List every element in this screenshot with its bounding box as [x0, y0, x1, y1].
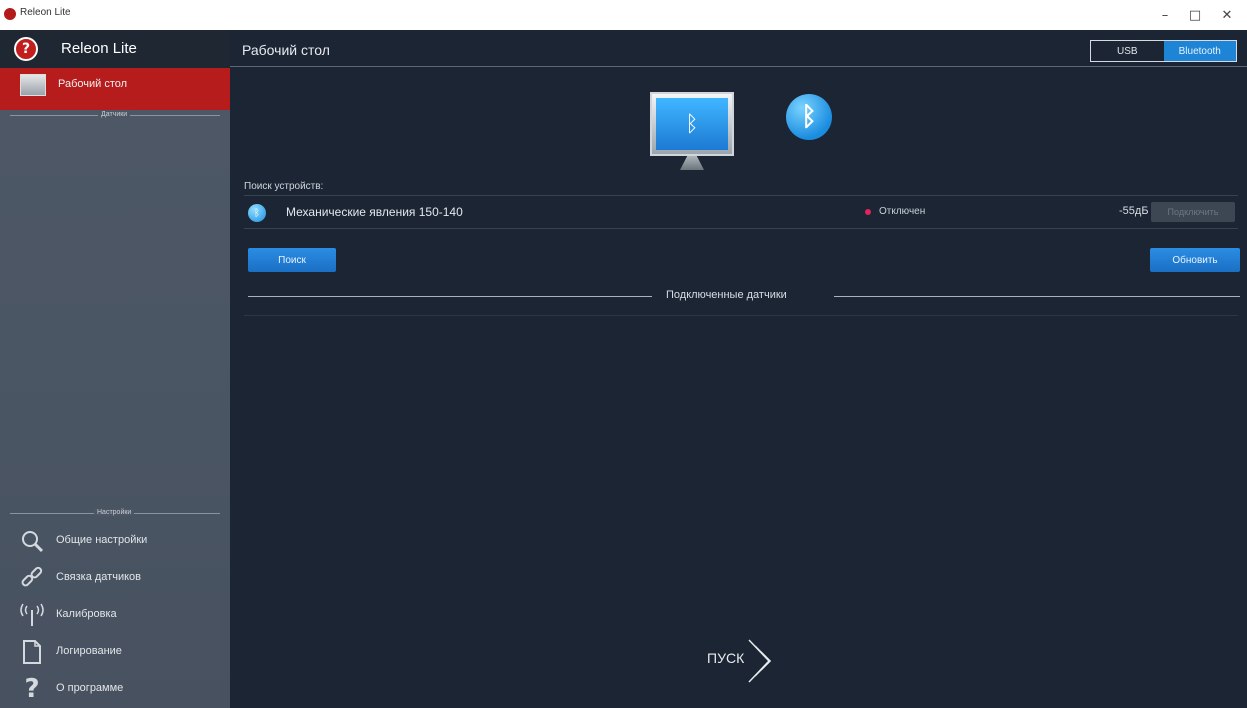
monitor-stand: [680, 156, 704, 170]
sidebar-item-logging[interactable]: Логирование: [0, 635, 230, 671]
maximize-button[interactable]: □: [1180, 4, 1210, 26]
bluetooth-mode-button[interactable]: Bluetooth: [1163, 41, 1236, 61]
sidebar: ? Releon Lite Рабочий стол Датчики Настр…: [0, 30, 230, 708]
status-dot-icon: [865, 209, 871, 215]
antenna-icon: [18, 600, 46, 630]
connect-button[interactable]: Подключить: [1151, 202, 1235, 222]
sidebar-item-label: Логирование: [56, 645, 122, 657]
window-title: Releon Lite: [20, 7, 71, 18]
sensors-divider-label: Датчики: [98, 111, 131, 118]
desktop-thumb-icon: [20, 74, 46, 96]
title-bar: Releon Lite – □ ✕: [0, 0, 1247, 30]
sidebar-item-label: Калибровка: [56, 608, 117, 620]
start-label: ПУСК: [707, 650, 745, 666]
sidebar-item-label: Общие настройки: [56, 534, 148, 546]
close-button[interactable]: ✕: [1212, 4, 1242, 26]
device-list-item[interactable]: ᛒ Механические явления 150-140 Отключен …: [244, 198, 1238, 228]
question-icon: ?: [24, 674, 40, 704]
start-button[interactable]: ПУСК: [705, 636, 795, 684]
sidebar-item-about[interactable]: ? О программе: [0, 672, 230, 708]
usb-mode-button[interactable]: USB: [1091, 41, 1164, 61]
connected-sensors-title: Подключенные датчики: [666, 289, 787, 301]
device-list-top-divider: [244, 195, 1238, 196]
settings-divider-label: Настройки: [94, 509, 135, 516]
device-search-caption: Поиск устройств:: [244, 181, 324, 192]
bluetooth-screen-icon: ᛒ: [656, 98, 728, 150]
refresh-button[interactable]: Обновить: [1150, 248, 1240, 272]
header-divider: [230, 66, 1247, 67]
brand-name: Releon Lite: [61, 40, 137, 57]
device-signal-strength: -55дБ: [1119, 205, 1149, 217]
main-panel: Рабочий стол USB Bluetooth ᛒ ᛒ Поиск уст…: [230, 30, 1247, 708]
computer-monitor-icon: ᛒ: [650, 92, 734, 156]
sidebar-item-label: О программе: [56, 682, 124, 694]
minimize-button[interactable]: –: [1150, 4, 1180, 26]
section-divider-left: [248, 296, 652, 297]
device-status: Отключен: [879, 206, 926, 217]
brand-header: ? Releon Lite: [0, 30, 230, 68]
bluetooth-device-icon: ᛒ: [248, 204, 266, 222]
device-list-bottom-divider: [244, 228, 1238, 229]
link-icon: [18, 563, 46, 593]
connection-mode-toggle: USB Bluetooth: [1090, 40, 1237, 62]
connected-sensors-area-divider: [244, 315, 1238, 316]
document-icon: [18, 637, 46, 667]
sidebar-item-sensor-link[interactable]: Связка датчиков: [0, 561, 230, 597]
app-window: Releon Lite – □ ✕ ? Releon Lite Рабочий …: [0, 0, 1247, 708]
sidebar-item-general-settings[interactable]: Общие настройки: [0, 524, 230, 560]
section-divider-right: [834, 296, 1240, 297]
device-name: Механические явления 150-140: [286, 205, 463, 219]
page-title: Рабочий стол: [242, 42, 330, 58]
search-settings-icon: [18, 526, 46, 556]
releon-logo-icon: ?: [14, 37, 38, 61]
sidebar-item-label: Рабочий стол: [58, 78, 128, 90]
sidebar-item-desktop[interactable]: Рабочий стол: [0, 68, 230, 110]
chevron-right-icon: [745, 638, 781, 693]
sidebar-item-label: Связка датчиков: [56, 571, 141, 583]
app-logo-icon: [4, 8, 16, 20]
sidebar-item-calibration[interactable]: Калибровка: [0, 598, 230, 634]
search-button[interactable]: Поиск: [248, 248, 336, 272]
bluetooth-icon: ᛒ: [786, 94, 832, 140]
